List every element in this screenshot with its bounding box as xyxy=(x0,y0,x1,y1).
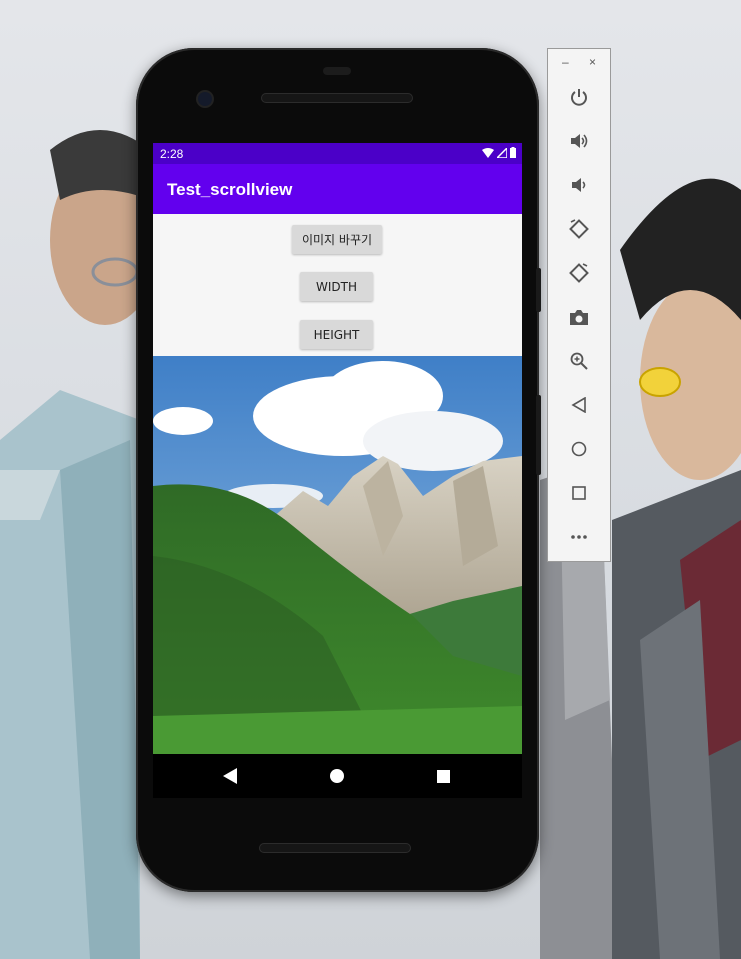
close-button[interactable]: × xyxy=(589,55,596,69)
back-triangle-icon[interactable] xyxy=(221,767,239,785)
earpiece-speaker xyxy=(261,93,413,103)
status-time: 2:28 xyxy=(160,147,184,161)
home-icon[interactable] xyxy=(566,436,592,462)
battery-icon xyxy=(510,147,516,158)
front-camera xyxy=(198,92,212,106)
app-title: Test_scrollview xyxy=(167,180,293,199)
width-button[interactable]: WIDTH xyxy=(300,272,373,301)
wifi-icon xyxy=(482,147,494,158)
bottom-speaker xyxy=(259,843,411,853)
volume-up-icon[interactable] xyxy=(566,128,592,154)
app-bar: Test_scrollview xyxy=(153,164,522,214)
status-icons xyxy=(482,147,516,158)
zoom-icon[interactable] xyxy=(566,348,592,374)
landscape-image xyxy=(153,356,522,754)
device-screen: 2:28 Test_scrollview 이미지 바꾸기 WIDTH HEIGH… xyxy=(153,143,522,798)
recents-square-icon[interactable] xyxy=(434,767,452,785)
button-panel: 이미지 바꾸기 WIDTH HEIGHT xyxy=(153,214,522,356)
back-icon[interactable] xyxy=(566,392,592,418)
camera-icon[interactable] xyxy=(566,304,592,330)
rotate-left-icon[interactable] xyxy=(566,216,592,242)
navigation-bar xyxy=(153,754,522,798)
height-button[interactable]: HEIGHT xyxy=(300,320,373,349)
overview-icon[interactable] xyxy=(566,480,592,506)
minimize-button[interactable]: – xyxy=(562,55,569,69)
phone-power-key xyxy=(536,268,541,312)
phone-sensor xyxy=(323,67,351,75)
emulator-toolbar: – × xyxy=(547,48,611,562)
more-icon[interactable] xyxy=(566,524,592,550)
change-image-button[interactable]: 이미지 바꾸기 xyxy=(292,225,382,254)
status-bar: 2:28 xyxy=(153,143,522,164)
phone-volume-key xyxy=(536,395,541,475)
home-circle-icon[interactable] xyxy=(328,767,346,785)
rotate-right-icon[interactable] xyxy=(566,260,592,286)
power-icon[interactable] xyxy=(566,84,592,110)
mountain-photo xyxy=(153,356,522,754)
cell-signal-icon xyxy=(497,147,507,158)
volume-down-icon[interactable] xyxy=(566,172,592,198)
